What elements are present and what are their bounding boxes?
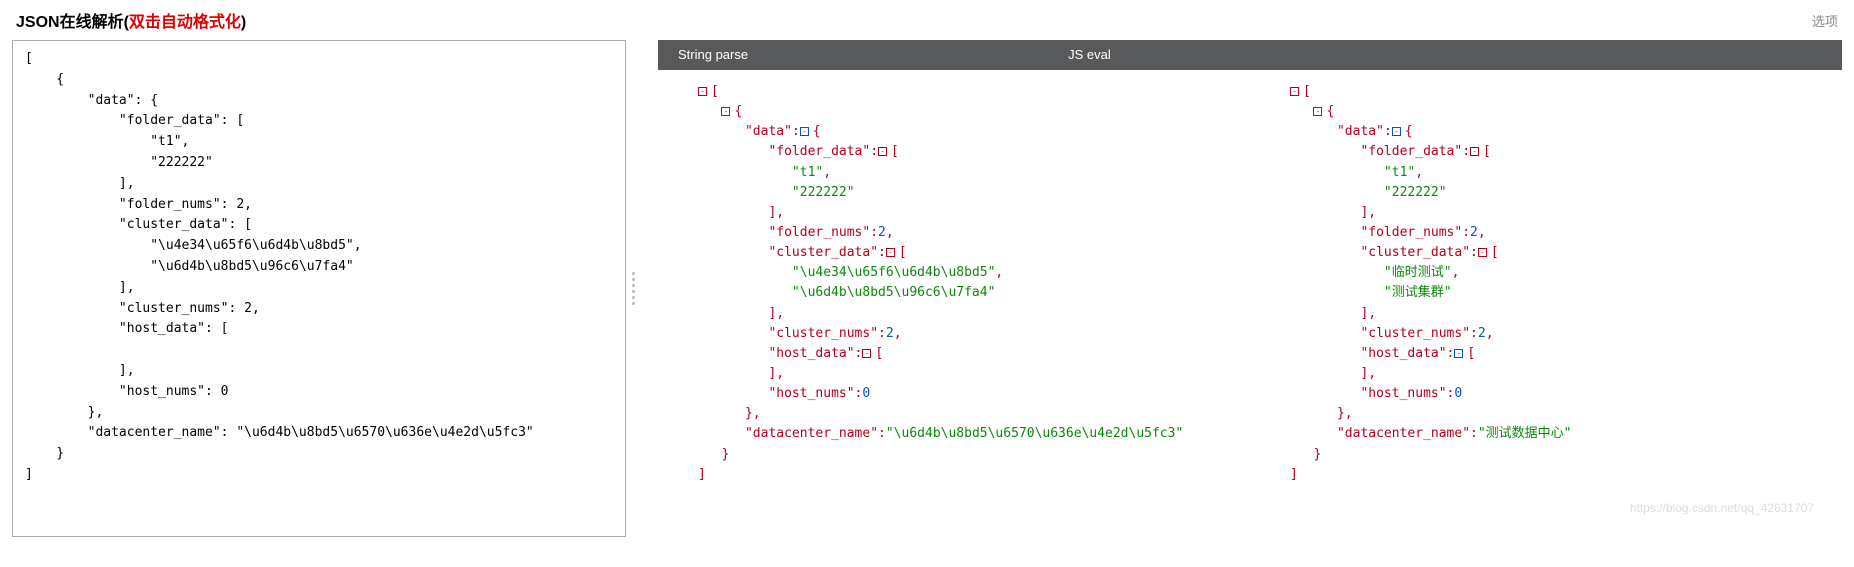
splitter-dot (632, 284, 635, 287)
splitter-dot (632, 296, 635, 299)
collapse-icon[interactable]: - (1470, 147, 1479, 156)
json-key: "host_nums" (768, 386, 854, 401)
json-key: "folder_data" (768, 144, 870, 159)
page-title: JSON在线解析(双击自动格式化) (16, 8, 246, 32)
collapse-icon[interactable]: - (886, 248, 895, 257)
json-number: 2 (1470, 225, 1478, 240)
json-key: "cluster_data" (768, 245, 878, 260)
main-container: [ { "data": { "folder_data": [ "t1", "22… (0, 40, 1854, 537)
json-key: "datacenter_name" (745, 426, 878, 441)
json-string: "\u6d4b\u8bd5\u96c6\u7fa4" (792, 285, 996, 300)
page-header: JSON在线解析(双击自动格式化) 选项 (0, 0, 1854, 40)
collapse-icon[interactable]: - (698, 87, 707, 96)
json-key: "cluster_nums" (1360, 326, 1470, 341)
json-key: "host_data" (768, 346, 854, 361)
splitter-handle[interactable] (626, 40, 640, 537)
collapse-icon[interactable]: - (1392, 127, 1401, 136)
string-parse-output: -[ -{ "data":-{ "folder_data":-[ "t1", "… (658, 70, 1250, 537)
splitter-dot (632, 290, 635, 293)
json-string: "\u4e34\u65f6\u6d4b\u8bd5" (792, 265, 996, 280)
json-key: "folder_data" (1360, 144, 1462, 159)
json-number: 2 (886, 326, 894, 341)
output-panel: String parse JS eval -[ -{ "data":-{ "fo… (658, 40, 1842, 537)
watermark: https://blog.csdn.net/qq_42631707 (1630, 499, 1814, 518)
collapse-icon[interactable]: - (878, 147, 887, 156)
output-row: -[ -{ "data":-{ "folder_data":-[ "t1", "… (658, 70, 1842, 537)
json-string: "测试数据中心" (1478, 426, 1572, 441)
json-key: "cluster_nums" (768, 326, 878, 341)
splitter-dot (632, 302, 635, 305)
collapse-icon[interactable]: - (862, 349, 871, 358)
json-number: 2 (1478, 326, 1486, 341)
json-key: "folder_nums" (1360, 225, 1462, 240)
collapse-icon[interactable]: - (1313, 107, 1322, 116)
json-string: "t1" (1384, 165, 1415, 180)
json-key: "datacenter_name" (1337, 426, 1470, 441)
json-string: "222222" (792, 185, 855, 200)
json-key: "cluster_data" (1360, 245, 1470, 260)
collapse-icon[interactable]: - (800, 127, 809, 136)
js-eval-output: -[ -{ "data":-{ "folder_data":-[ "t1", "… (1250, 70, 1842, 537)
collapse-icon[interactable]: - (1478, 248, 1487, 257)
json-string: "\u6d4b\u8bd5\u6570\u636e\u4e2d\u5fc3" (886, 426, 1183, 441)
json-input-area[interactable]: [ { "data": { "folder_data": [ "t1", "22… (12, 40, 626, 537)
json-number: 0 (862, 386, 870, 401)
title-text-close: ) (241, 14, 246, 31)
json-key: "data" (1337, 124, 1384, 139)
json-key: "data" (745, 124, 792, 139)
json-key: "host_data" (1360, 346, 1446, 361)
json-string: "t1" (792, 165, 823, 180)
json-string: "临时测试" (1384, 265, 1452, 280)
output-tabs: String parse JS eval (658, 40, 1842, 70)
collapse-icon[interactable]: - (721, 107, 730, 116)
json-number: 0 (1454, 386, 1462, 401)
tab-js-eval[interactable]: JS eval (1048, 40, 1131, 70)
collapse-icon[interactable]: - (1290, 87, 1299, 96)
options-link[interactable]: 选项 (1812, 11, 1838, 30)
json-key: "host_nums" (1360, 386, 1446, 401)
title-text-red: 双击自动格式化 (129, 14, 241, 31)
tab-string-parse[interactable]: String parse (658, 40, 768, 70)
splitter-dot (632, 278, 635, 281)
json-string: "测试集群" (1384, 285, 1452, 300)
json-number: 2 (878, 225, 886, 240)
title-text-black: JSON在线解析( (16, 14, 129, 31)
collapse-icon[interactable]: - (1454, 349, 1463, 358)
splitter-dot (632, 272, 635, 275)
json-string: "222222" (1384, 185, 1447, 200)
json-key: "folder_nums" (768, 225, 870, 240)
